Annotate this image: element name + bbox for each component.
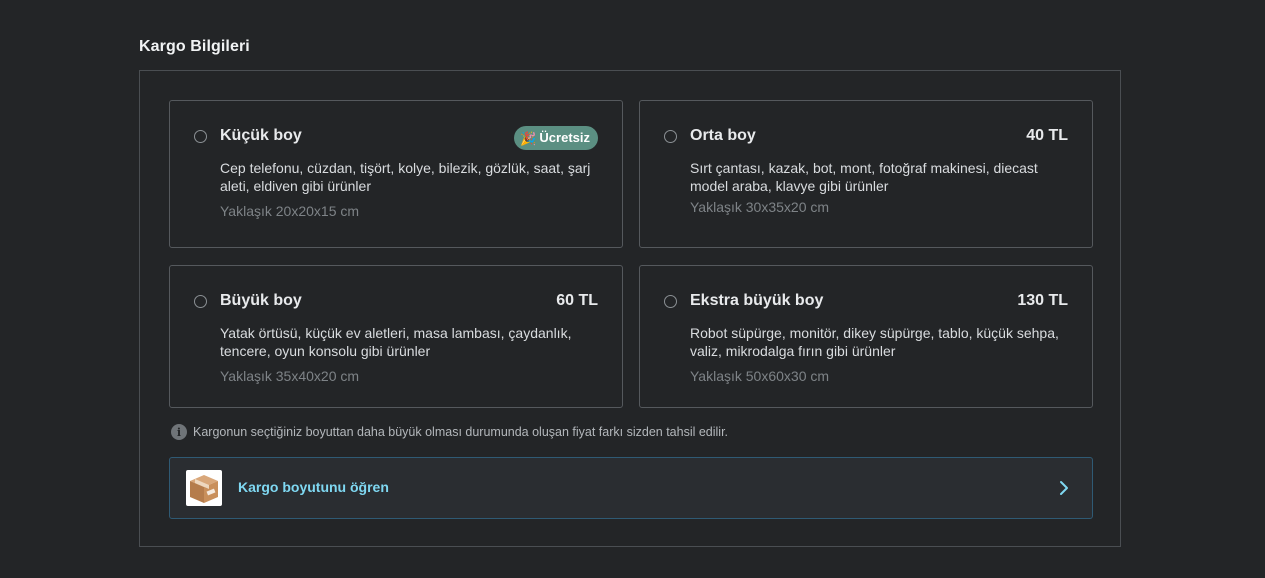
shipping-option-small[interactable]: Küçük boy 🎉 Ücretsiz Cep telefonu, cüzda…	[169, 100, 623, 248]
option-price: 60 TL	[556, 292, 598, 309]
price-difference-note: i Kargonun seçtiğiniz boyuttan daha büyü…	[171, 424, 728, 440]
option-price: 40 TL	[1026, 127, 1068, 144]
shipping-option-large[interactable]: Büyük boy 60 TL Yatak örtüsü, küçük ev a…	[169, 265, 623, 408]
option-title: Büyük boy	[220, 292, 302, 309]
radio-button-extra-large[interactable]	[664, 295, 677, 308]
section-title: Kargo Bilgileri	[139, 38, 250, 55]
radio-button-large[interactable]	[194, 295, 207, 308]
shipping-option-extra-large[interactable]: Ekstra büyük boy 130 TL Robot süpürge, m…	[639, 265, 1093, 408]
option-dimensions: Yaklaşık 20x20x15 cm	[220, 203, 360, 219]
option-description: Sırt çantası, kazak, bot, mont, fotoğraf…	[690, 160, 1038, 194]
option-dimensions: Yaklaşık 35x40x20 cm	[220, 368, 360, 384]
chevron-right-icon	[1060, 481, 1068, 495]
option-title: Küçük boy	[220, 127, 302, 144]
shipping-option-medium[interactable]: Orta boy 40 TL Sırt çantası, kazak, bot,…	[639, 100, 1093, 248]
option-description: Robot süpürge, monitör, dikey süpürge, t…	[690, 325, 1059, 359]
party-popper-icon: 🎉	[520, 130, 537, 146]
learn-cargo-size-link[interactable]: Kargo boyutunu öğren	[169, 457, 1093, 519]
info-text: Kargonun seçtiğiniz boyuttan daha büyük …	[193, 425, 729, 439]
free-badge-label: Ücretsiz	[539, 130, 590, 145]
option-dimensions: Yaklaşık 50x60x30 cm	[690, 368, 830, 384]
radio-button-medium[interactable]	[664, 130, 677, 143]
free-badge: 🎉 Ücretsiz	[514, 126, 598, 150]
option-dimensions: Yaklaşık 30x35x20 cm	[690, 199, 830, 215]
option-title: Orta boy	[690, 127, 756, 144]
option-title: Ekstra büyük boy	[690, 292, 824, 309]
option-description: Yatak örtüsü, küçük ev aletleri, masa la…	[220, 325, 572, 359]
info-icon: i	[171, 424, 187, 440]
learn-cargo-size-label: Kargo boyutunu öğren	[238, 479, 389, 495]
radio-button-small[interactable]	[194, 130, 207, 143]
option-description: Cep telefonu, cüzdan, tişört, kolye, bil…	[220, 160, 591, 194]
cardboard-box-image	[186, 470, 222, 506]
option-price: 130 TL	[1017, 292, 1068, 309]
